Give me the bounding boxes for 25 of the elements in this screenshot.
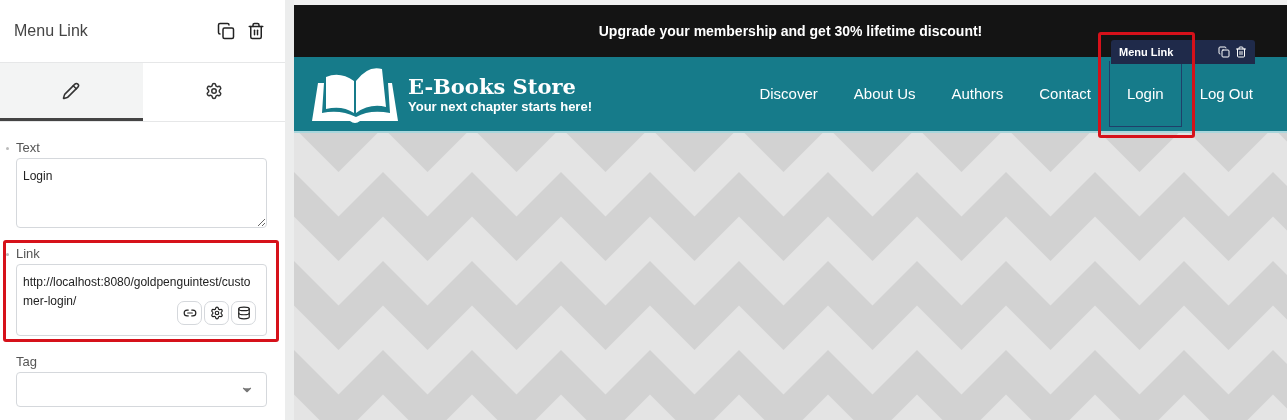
duplicate-icon[interactable] [1218,46,1230,58]
field-label: Text [16,140,41,155]
link-icon [182,306,197,320]
text-field[interactable]: Login [16,158,267,228]
database-icon [236,306,251,320]
nav-link[interactable]: About Us [835,61,934,127]
link-field[interactable]: http://localhost:8080/goldpenguintest/customer-login/ [16,264,267,336]
delete-icon[interactable] [1235,46,1247,58]
nav-link[interactable]: Log Out [1181,61,1271,127]
field-label: Link [16,246,41,261]
nav-link[interactable]: Discover [741,61,836,127]
field-label: Tag [16,354,38,369]
settings-button[interactable] [204,301,229,325]
panel-title: Menu Link [14,22,89,40]
settings-icon [209,306,224,320]
brand-tagline: Your next chapter starts here! [408,99,593,114]
nav-link[interactable]: Authors [933,61,1022,127]
link-button[interactable] [177,301,202,325]
pencil-icon [62,81,81,100]
element-label: Menu Link [1119,46,1175,58]
brand-title: E-Books Store [408,74,577,99]
database-button[interactable] [231,301,256,325]
nav-link[interactable]: Contact [1021,61,1109,127]
panel-tab[interactable] [0,63,143,121]
settings-icon [204,81,223,100]
